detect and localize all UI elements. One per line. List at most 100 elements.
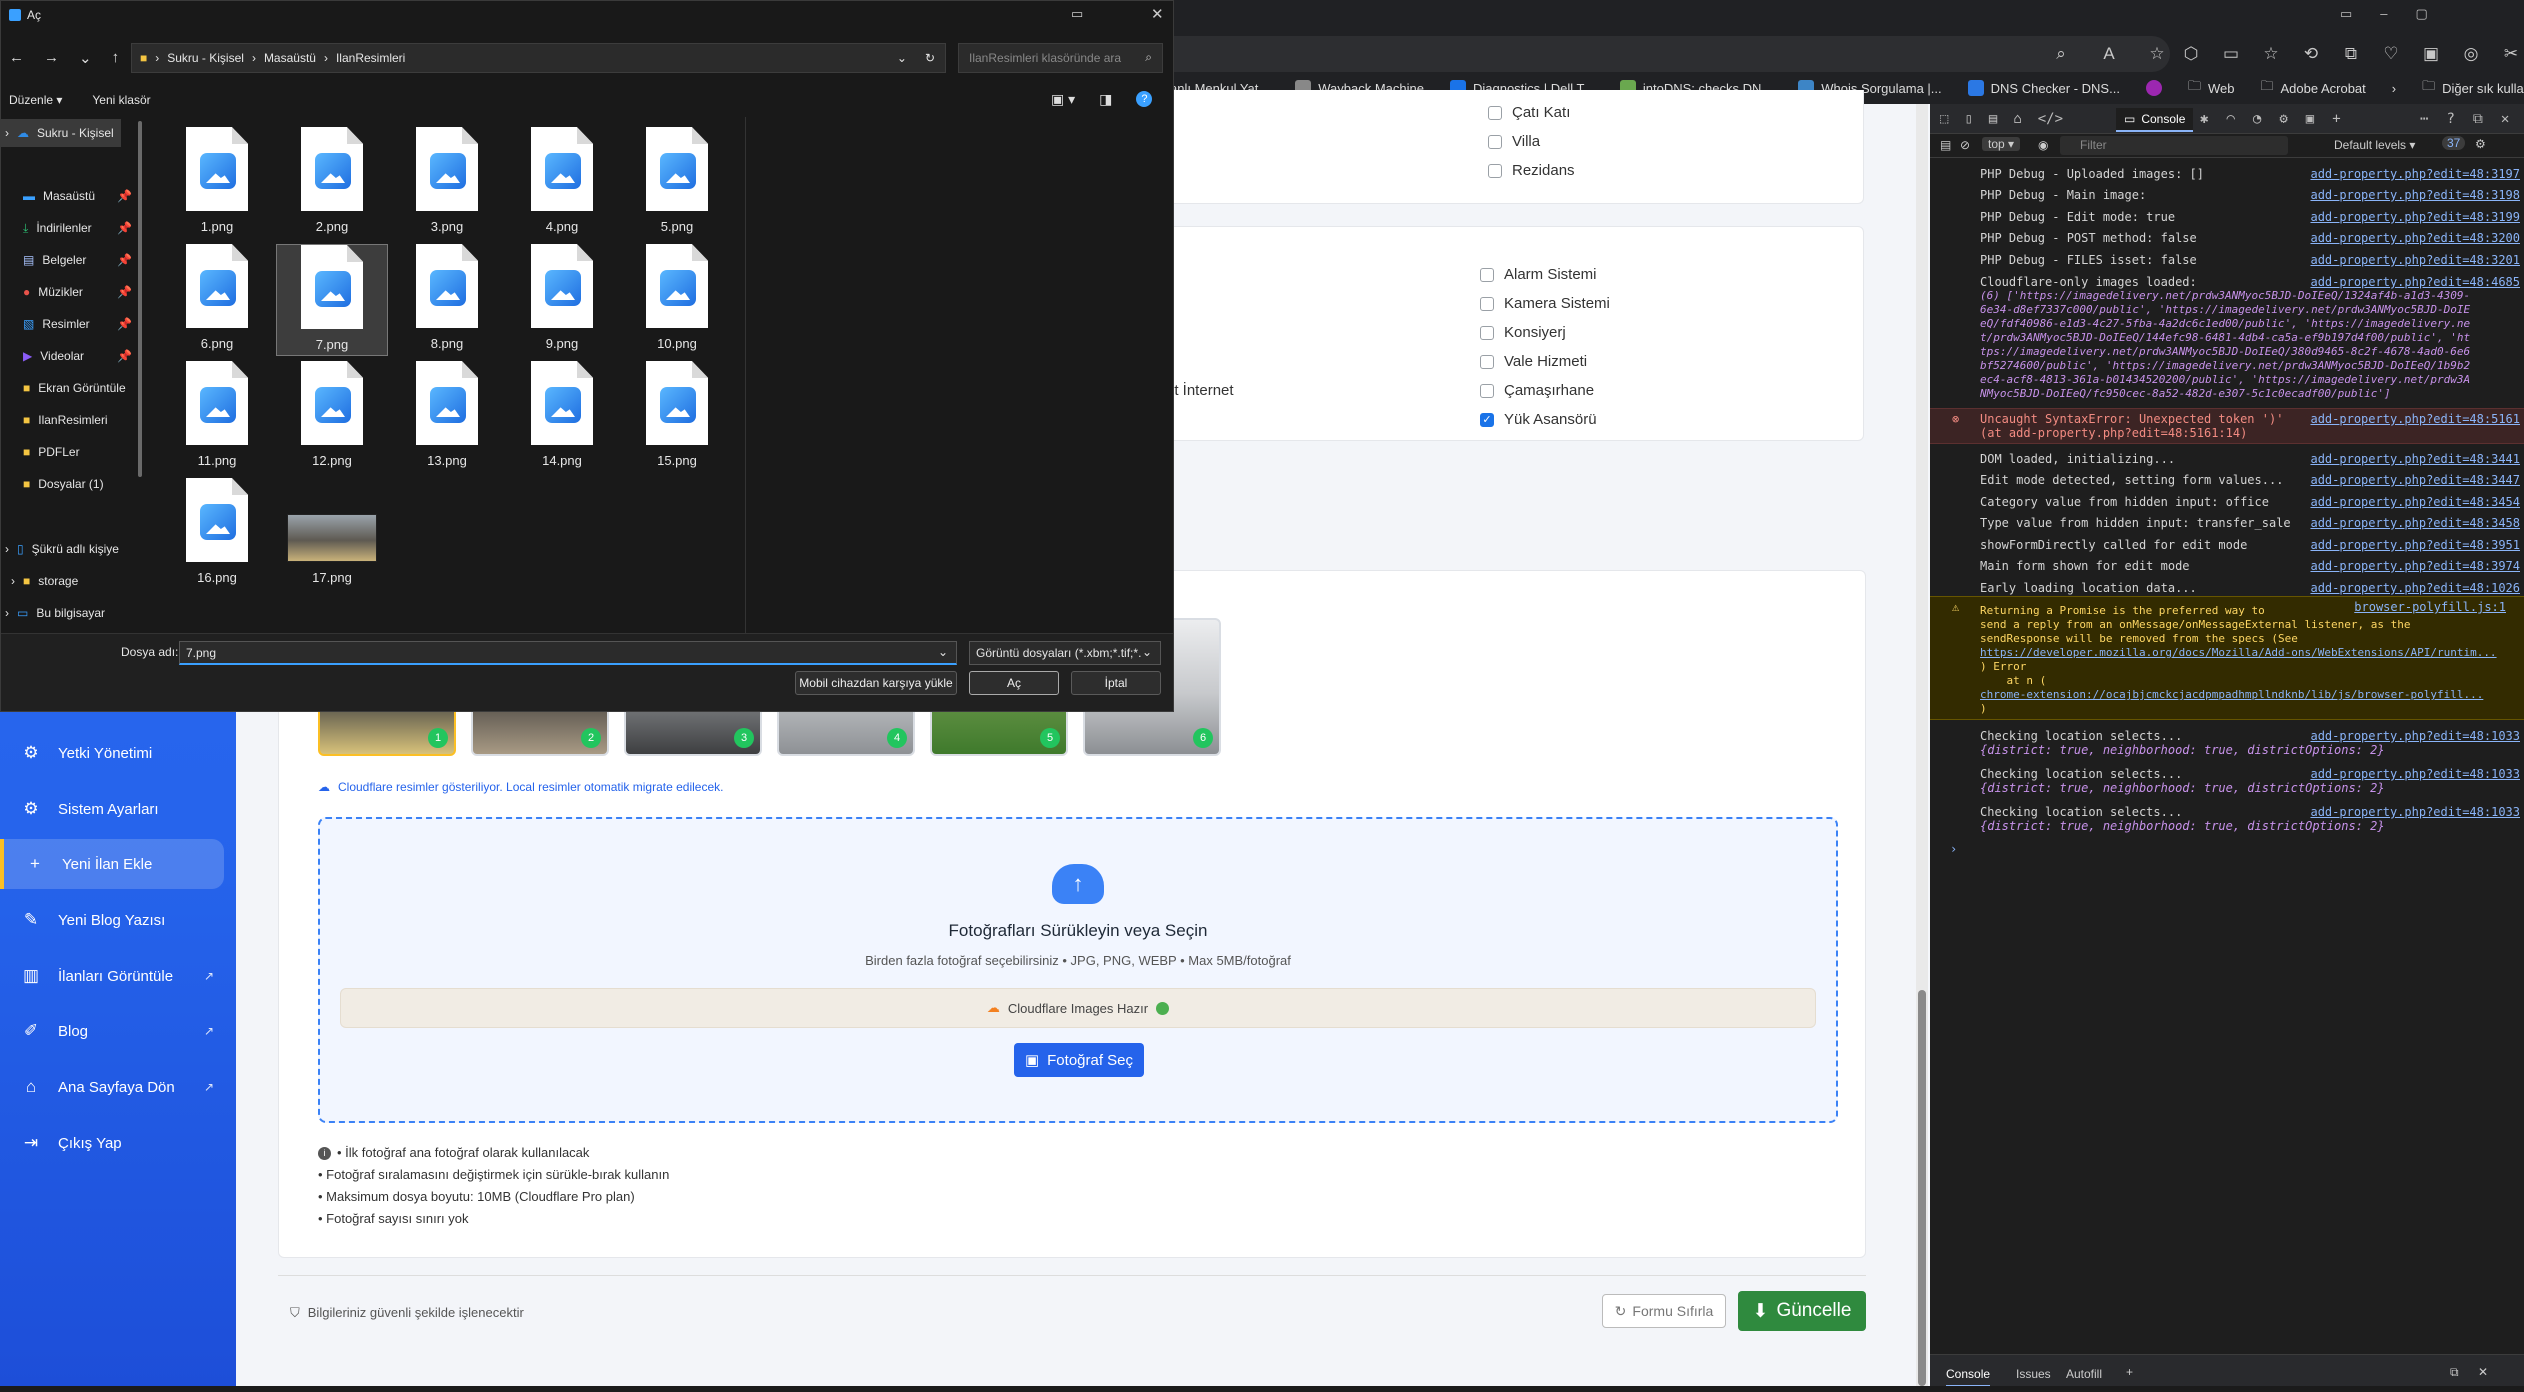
checkbox[interactable] (1480, 296, 1494, 311)
add-tab-icon[interactable]: + (2126, 1365, 2133, 1379)
sidebar-item-blog[interactable]: ✐ Blog ↗ (0, 1006, 236, 1056)
read-aloud-icon[interactable]: A (2098, 43, 2120, 65)
tree-item[interactable]: › ▭ Bu bilgisayar (1, 599, 105, 627)
bookmark-folder-other[interactable]: 🗀Diğer sık kullanılanlar (2422, 75, 2524, 101)
favorite-star-icon[interactable]: ☆ (2146, 43, 2168, 65)
file-item[interactable]: 13.png (391, 361, 503, 473)
open-button[interactable]: Aç (969, 671, 1059, 695)
source-link[interactable]: add-property.php?edit=48:5161 (2310, 412, 2520, 426)
zoom-icon[interactable]: ⌕ (2050, 43, 2072, 65)
inspect-icon[interactable]: ⬚ (1940, 111, 1948, 127)
drawer-tab-autofill[interactable]: Autofill (2066, 1367, 2102, 1381)
console-object[interactable]: {district: true, neighborhood: true, dis… (1930, 819, 2524, 833)
elements-icon[interactable]: </> (2038, 111, 2063, 127)
sidebar-item-permissions[interactable]: ⚙ Yetki Yönetimi (0, 728, 236, 778)
file-item[interactable]: 15.png (621, 361, 733, 473)
checkbox[interactable] (1480, 383, 1494, 398)
view-mode-icon[interactable]: ▣ ▾ (1051, 91, 1075, 108)
photo-dropzone[interactable] (318, 817, 1838, 1123)
welcome-icon[interactable]: ⌂ (2013, 111, 2021, 127)
extension-icon[interactable]: ⬡ (2180, 43, 2202, 65)
reset-form-button[interactable]: ↻ Formu Sıfırla (1602, 1294, 1726, 1328)
tree-item[interactable]: › ■ storage (1, 567, 78, 595)
tree-item[interactable]: ■ PDFLer (1, 438, 80, 466)
feature-concierge[interactable]: Konsiyerj (1480, 318, 1610, 347)
source-link[interactable]: add-property.php?edit=48:1033 (2310, 729, 2520, 743)
favorites-icon[interactable]: ☆ (2260, 43, 2282, 65)
source-link[interactable]: add-property.php?edit=48:1026 (2310, 581, 2520, 595)
close-icon[interactable]: ✕ (2501, 111, 2509, 127)
file-item[interactable]: 2.png (276, 127, 388, 239)
sidebar-toggle-icon[interactable]: ▤ (1940, 138, 1951, 152)
file-item[interactable]: 10.png (621, 244, 733, 356)
tree-item[interactable]: ■ IlanResimleri (1, 406, 108, 434)
up-arrow-icon[interactable]: ↑ (112, 49, 120, 67)
source-link[interactable]: add-property.php?edit=48:3974 (2310, 559, 2520, 573)
choose-photo-button[interactable]: ▣ Fotoğraf Seç (1014, 1043, 1144, 1077)
source-link[interactable]: add-property.php?edit=48:1033 (2310, 767, 2520, 781)
sidebar-item-new-listing[interactable]: + Yeni İlan Ekle (0, 839, 224, 889)
checkbox[interactable] (1480, 354, 1494, 369)
tree-item[interactable]: ▶ Videolar 📌 (1, 342, 132, 370)
context-select[interactable]: top ▾ (1982, 137, 2021, 151)
screenshot-icon[interactable]: ✂ (2500, 43, 2522, 65)
tree-item[interactable]: › ▯ Şükrü adlı kişiye (1, 535, 119, 563)
breadcrumb-item[interactable]: Masaüstü (264, 51, 316, 65)
checkbox[interactable] (1488, 163, 1502, 178)
new-folder-button[interactable]: Yeni klasör (92, 93, 150, 107)
chevron-right-icon[interactable]: › (2392, 75, 2396, 101)
bookmark-folder-acrobat[interactable]: 🗀 Adobe Acrobat (2260, 75, 2365, 101)
close-icon[interactable]: ✕ (2478, 1365, 2488, 1379)
file-item[interactable]: 9.png (506, 244, 618, 356)
checkbox[interactable] (1480, 267, 1494, 282)
help-icon[interactable]: ? (1136, 91, 1153, 107)
checkbox[interactable] (1488, 105, 1502, 120)
warning-link[interactable]: chrome-extension://ocajbjcmckcjacdpmpadh… (1980, 688, 2500, 702)
source-link[interactable]: add-property.php?edit=48:3198 (2310, 188, 2520, 202)
tab-icon[interactable]: ⧉ (2340, 43, 2362, 65)
sidebar-item-view-listings[interactable]: ▥ İlanları Görüntüle ↗ (0, 951, 236, 1001)
breadcrumb-item[interactable]: IlanResimleri (336, 51, 405, 65)
heart-icon[interactable]: ♡ (2380, 43, 2402, 65)
wifi-icon[interactable]: ◠ (2226, 111, 2234, 127)
file-item[interactable]: 14.png (506, 361, 618, 473)
console-object[interactable]: {district: true, neighborhood: true, dis… (1930, 781, 2524, 795)
history-icon[interactable]: ⟲ (2300, 43, 2322, 65)
file-item[interactable]: 17.png (276, 478, 388, 590)
console-filter-input[interactable]: Filter (2060, 136, 2288, 155)
tree-item[interactable]: ■ Ekran Görüntüle (1, 374, 126, 402)
error-location[interactable]: (at add-property.php?edit=48:5161:14) (1930, 426, 2524, 440)
back-arrow-icon[interactable]: ← (9, 49, 24, 67)
device-icon[interactable]: ▯ (1964, 111, 1972, 127)
search-input[interactable]: IlanResimleri klasöründe ara ⌕ (958, 43, 1163, 73)
cancel-button[interactable]: İptal (1071, 671, 1161, 695)
log-levels-select[interactable]: Default levels ▾ (2334, 138, 2415, 152)
source-link[interactable]: add-property.php?edit=48:3197 (2310, 167, 2520, 181)
source-link[interactable]: add-property.php?edit=48:3458 (2310, 516, 2520, 530)
sidebar-item-logout[interactable]: ⇥ Çıkış Yap (0, 1118, 236, 1168)
gear-icon[interactable]: ⚙ (2475, 137, 2486, 151)
dock-icon[interactable]: ⧉ (2450, 1365, 2459, 1380)
nav-scrollbar[interactable] (138, 121, 142, 477)
type-option-villa[interactable]: Villa (1488, 127, 1575, 156)
file-item[interactable]: 6.png (161, 244, 273, 356)
source-link[interactable]: add-property.php?edit=48:3454 (2310, 495, 2520, 509)
recent-locations-icon[interactable]: ⌄ (79, 49, 92, 67)
file-item[interactable]: 16.png (161, 478, 273, 590)
feature-valet[interactable]: Vale Hizmeti (1480, 347, 1610, 376)
sidebar-item-settings[interactable]: ⚙ Sistem Ayarları (0, 784, 236, 834)
tab-console[interactable]: ▭ Console (2116, 108, 2194, 132)
chevron-down-icon[interactable]: ⌄ (897, 51, 907, 65)
minimize-icon[interactable]: – (2380, 6, 2387, 22)
split-screen-icon[interactable]: ▭ (2220, 43, 2242, 65)
source-link[interactable]: add-property.php?edit=48:3199 (2310, 210, 2520, 224)
performance-icon[interactable]: ◔ (2253, 111, 2261, 127)
source-link[interactable]: add-property.php?edit=48:3200 (2310, 231, 2520, 245)
checkbox[interactable] (1488, 134, 1502, 149)
clear-console-icon[interactable]: ⊘ (1960, 138, 1970, 152)
restore-icon[interactable]: ▭ (1071, 6, 1083, 22)
sidebar-item-new-blog[interactable]: ✎ Yeni Blog Yazısı (0, 895, 236, 945)
console-object[interactable]: {district: true, neighborhood: true, dis… (1930, 743, 2524, 757)
source-link[interactable]: add-property.php?edit=48:3447 (2310, 473, 2520, 487)
update-button[interactable]: ⬇ Güncelle (1738, 1291, 1866, 1331)
